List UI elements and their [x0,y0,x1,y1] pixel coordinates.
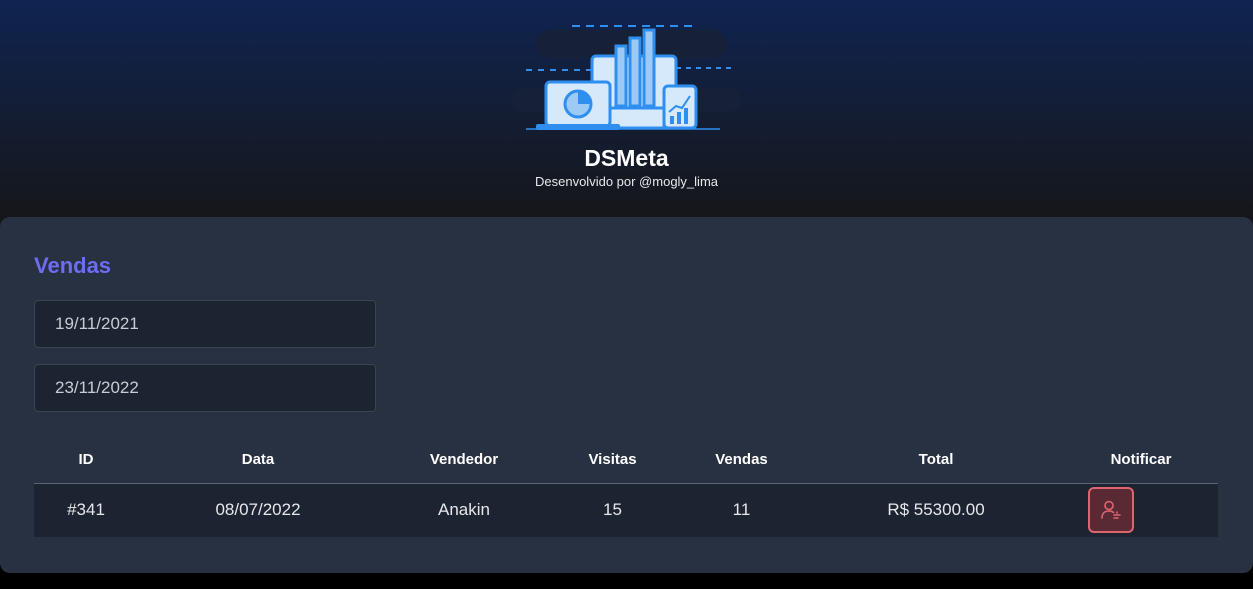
table-row: #341 08/07/2022 Anakin 15 11 R$ 55300.00 [34,483,1218,537]
cell-total: R$ 55300.00 [808,483,1064,537]
app-title: DSMeta [584,145,669,171]
app-header: DSMeta Desenvolvido por @mogly_lima [0,0,1253,225]
column-header-date: Data [138,437,378,484]
developer-credit: Desenvolvido por @mogly_lima [535,174,718,189]
cell-id: #341 [34,483,138,537]
column-header-visits: Visitas [550,437,675,484]
notify-button[interactable] [1088,487,1134,534]
min-date-input[interactable] [34,300,376,348]
cell-date: 08/07/2022 [138,483,378,537]
user-notify-icon [1101,500,1121,520]
sales-title: Vendas [34,253,112,278]
table-header-row: ID Data Vendedor Visitas Vendas Total No… [34,437,1218,484]
column-header-id: ID [34,437,138,484]
cell-visits: 15 [550,483,675,537]
cell-notify [1064,483,1218,537]
max-date-input[interactable] [34,364,376,412]
cell-seller: Anakin [378,483,550,537]
dashboard-logo-icon [511,25,741,130]
column-header-total: Total [808,437,1064,484]
sales-table: ID Data Vendedor Visitas Vendas Total No… [34,437,1218,537]
cell-sales: 11 [675,483,808,537]
column-header-sales: Vendas [675,437,808,484]
column-header-notify: Notificar [1064,437,1218,484]
column-header-seller: Vendedor [378,437,550,484]
sales-card: Vendas ID Data Vendedor Visitas Vendas T… [0,217,1253,573]
